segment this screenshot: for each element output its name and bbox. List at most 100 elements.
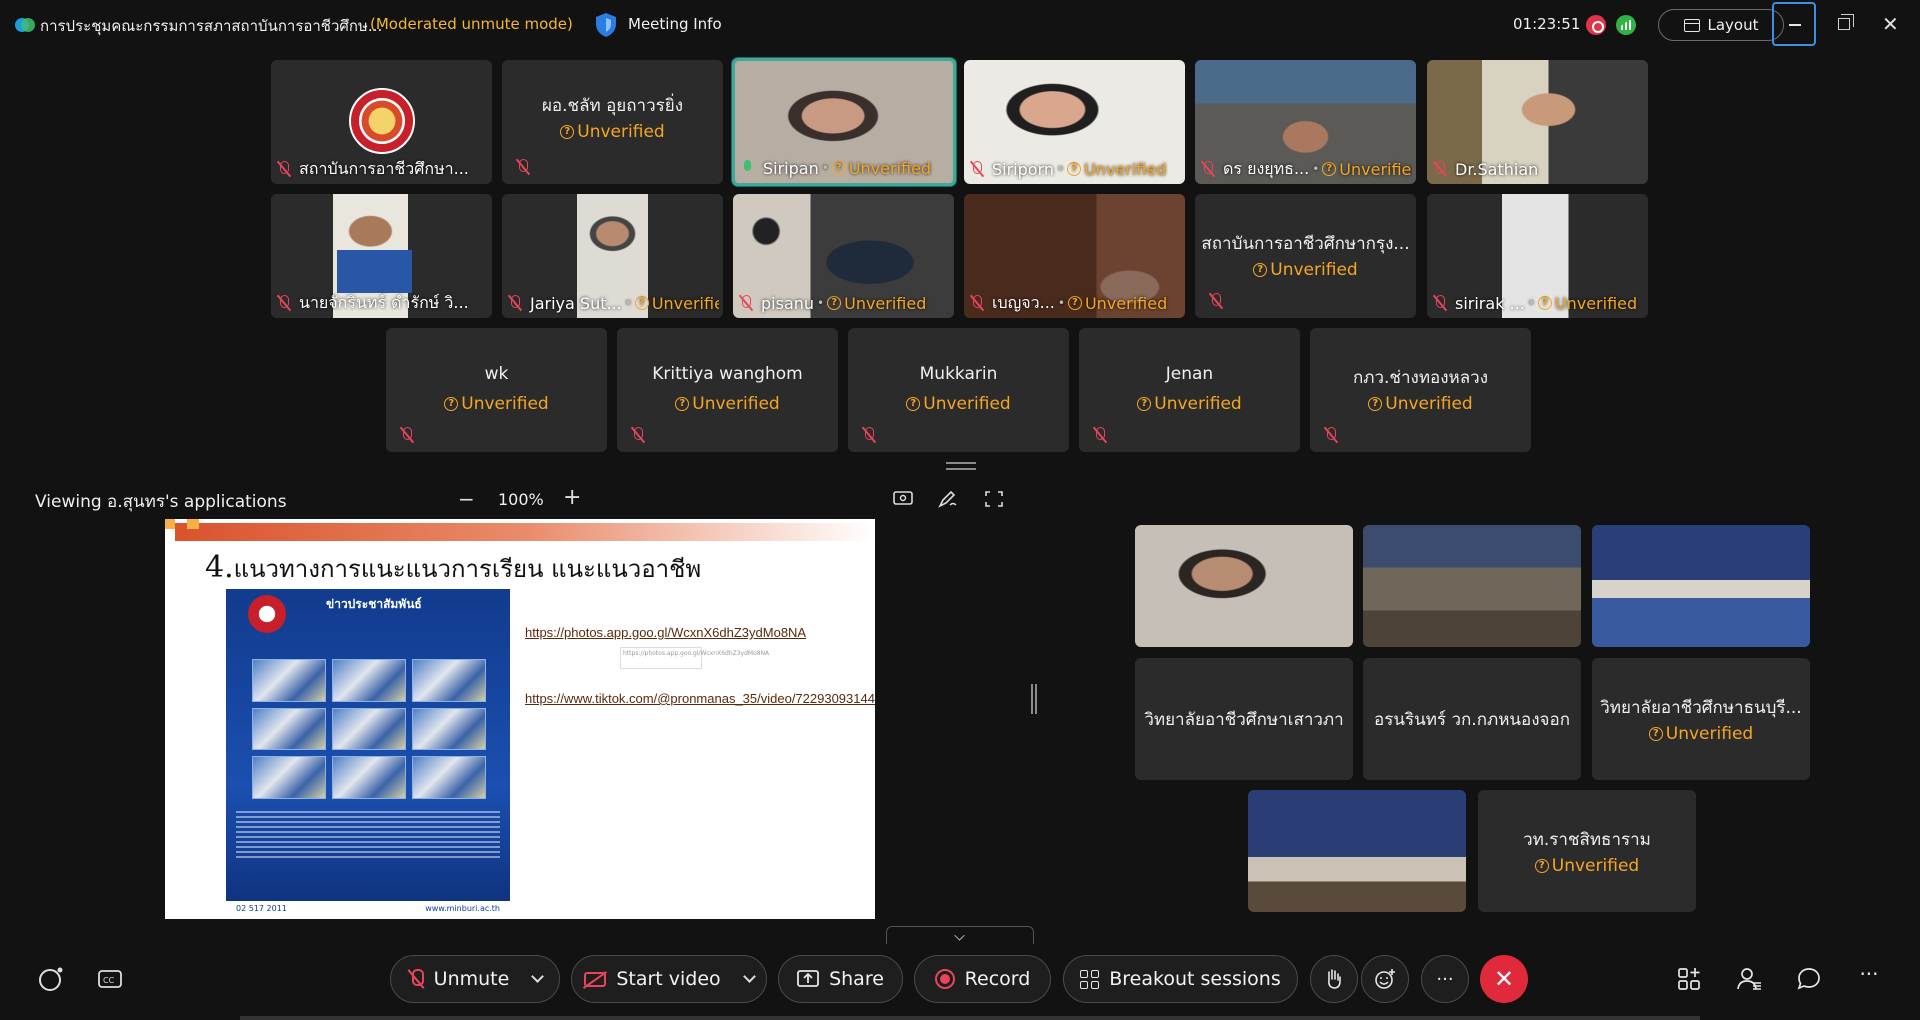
resize-grip-horizontal[interactable] <box>946 462 976 470</box>
participant-tile[interactable]: Siriporn •? Unverified <box>964 60 1185 184</box>
mic-muted-icon <box>1324 426 1338 444</box>
mic-muted-icon <box>1433 160 1447 178</box>
participant-tile[interactable]: กภว.ช่างทองหลวง ? Unverified <box>1310 328 1531 452</box>
mic-muted-icon <box>1433 294 1447 312</box>
reactions-button[interactable] <box>1361 955 1409 1003</box>
chevron-down-icon[interactable] <box>742 969 756 983</box>
participant-tile[interactable] <box>1363 525 1581 647</box>
participant-name: Jariya Sut... <box>530 293 622 313</box>
webex-logo-icon <box>15 18 35 32</box>
participant-tile[interactable] <box>1592 525 1810 647</box>
chat-icon[interactable] <box>1796 966 1822 992</box>
leave-meeting-button[interactable]: ✕ <box>1480 955 1528 1003</box>
closed-captions-icon[interactable]: CC <box>97 966 123 992</box>
participant-tile[interactable]: Krittiya wanghom ? Unverified <box>617 328 838 452</box>
question-icon: ? <box>1137 397 1152 411</box>
unverified-badge: ?Unverified <box>617 394 838 414</box>
emoji-icon <box>1375 969 1395 989</box>
mic-muted-icon <box>862 426 876 444</box>
participant-tile[interactable]: วิทยาลัยอาชีวศึกษาเสาวภา <box>1135 658 1353 780</box>
participant-tile[interactable]: นายจักรินทร์ ดำรักษ์ วิ... <box>271 194 492 318</box>
participant-tile-active-speaker[interactable]: Siripan •? Unverified <box>732 58 956 186</box>
resize-grip-vertical[interactable] <box>1031 684 1037 714</box>
mic-muted-icon <box>277 160 291 178</box>
participant-tile[interactable] <box>1135 525 1353 647</box>
poster-photo-grid <box>252 659 486 799</box>
participant-tile[interactable] <box>1248 790 1466 912</box>
participant-tile[interactable]: Mukkarin ? Unverified <box>848 328 1069 452</box>
minimize-button[interactable] <box>1772 2 1816 46</box>
participant-tile[interactable]: ดร ยงยุทธ...•?Unverified <box>1195 60 1416 184</box>
question-icon: ? <box>444 397 459 411</box>
participant-video <box>1248 790 1466 912</box>
college-seal-icon <box>248 595 286 633</box>
restore-button[interactable] <box>1838 14 1854 30</box>
mic-muted-icon <box>970 160 984 178</box>
meeting-title: การประชุมคณะกรรมการสภาสถาบันการอาชีวศึกษ… <box>40 17 383 35</box>
start-video-button[interactable]: Start video <box>571 955 767 1003</box>
participant-tile[interactable]: สถาบันการอาชีวศึกษา... <box>271 60 492 184</box>
question-icon: ? <box>827 296 842 310</box>
layout-label: Layout <box>1707 16 1759 34</box>
collapse-panel-button[interactable] <box>886 926 1034 944</box>
question-icon: ? <box>1368 397 1383 411</box>
fullscreen-icon[interactable] <box>984 490 1004 508</box>
participant-tile[interactable]: sirirak ... •? Unverified <box>1427 194 1648 318</box>
unverified-badge: ?Unverified <box>1592 724 1810 744</box>
unverified-badge: ?Unverified <box>831 159 931 178</box>
participant-name: Jenan <box>1165 364 1214 384</box>
mic-muted-icon <box>739 294 753 312</box>
shared-content-slide[interactable]: 4.แนวทางการแนะแนวการเรียน แนะแนวอาชีพ ข่… <box>165 519 875 919</box>
shield-icon[interactable] <box>594 12 618 38</box>
overflow-menu-button[interactable]: ··· <box>1856 962 1882 988</box>
participant-name: สถาบันการอาชีวศึกษากรุง... <box>1201 234 1410 254</box>
participant-name: sirirak ... <box>1455 293 1525 313</box>
apps-icon[interactable] <box>1676 966 1702 992</box>
zoom-out-button[interactable]: − <box>458 487 475 511</box>
participant-tile[interactable]: วิทยาลัยอาชีวศึกษาธนบุรี... ? Unverified <box>1592 658 1810 780</box>
participant-tile[interactable]: wk ? Unverified <box>386 328 607 452</box>
mic-muted-icon <box>516 158 530 176</box>
question-icon: ? <box>1537 296 1552 310</box>
mic-muted-icon <box>1093 426 1107 444</box>
remote-control-icon[interactable] <box>893 490 913 508</box>
chevron-down-icon[interactable] <box>531 969 545 983</box>
participant-tile[interactable]: pisanu •? Unverified <box>733 194 954 318</box>
participant-tile[interactable]: วท.ราชสิทธาราม ? Unverified <box>1478 790 1696 912</box>
layout-button[interactable]: Layout <box>1658 9 1784 41</box>
participant-tile[interactable]: Jariya Sut...•?Unverified <box>502 194 723 318</box>
unmute-button[interactable]: Unmute <box>390 955 560 1003</box>
network-stats-icon[interactable] <box>1616 15 1636 35</box>
mic-muted-icon <box>1209 292 1223 310</box>
participants-icon[interactable] <box>1736 966 1762 992</box>
participant-name: สถาบันการอาชีวศึกษา... <box>299 158 469 178</box>
participant-name: Dr.Sathian <box>1455 159 1539 179</box>
meeting-info-button[interactable]: Meeting Info <box>628 15 722 33</box>
close-window-button[interactable]: ✕ <box>1882 12 1899 36</box>
participant-name: Siripan <box>763 158 819 178</box>
participant-tile[interactable]: อรนรินทร์ วก.กภหนองจอก <box>1363 658 1581 780</box>
breakout-sessions-button[interactable]: Breakout sessions <box>1063 955 1298 1003</box>
photos-link[interactable]: https://photos.app.goo.gl/WcxnX6dhZ3ydMo… <box>525 625 806 640</box>
participant-video <box>1363 525 1581 647</box>
unverified-badge: ?Unverified <box>1067 294 1167 313</box>
unverified-badge: ?Unverified <box>502 122 723 142</box>
svg-text:CC: CC <box>103 976 115 985</box>
zoom-in-button[interactable]: + <box>563 485 581 510</box>
participant-tile[interactable]: Jenan ? Unverified <box>1079 328 1300 452</box>
annotate-pen-icon[interactable] <box>938 490 958 508</box>
participant-tile[interactable]: Dr.Sathian <box>1427 60 1648 184</box>
participant-tile[interactable]: ผอ.ชลัท อุยถาวรยิ่ง ? Unverified <box>502 60 723 184</box>
recording-indicator-icon[interactable] <box>1586 15 1606 35</box>
record-button[interactable]: Record <box>914 955 1051 1003</box>
participant-name: Siriporn <box>992 159 1055 179</box>
participant-tile[interactable]: สถาบันการอาชีวศึกษากรุง... ? Unverified <box>1195 194 1416 318</box>
tiktok-link[interactable]: https://www.tiktok.com/@pronmanas_35/vid… <box>525 692 875 706</box>
status-circle-icon[interactable] <box>38 966 64 992</box>
raise-hand-button[interactable] <box>1310 955 1358 1003</box>
share-button[interactable]: Share <box>778 955 903 1003</box>
title-bar: การประชุมคณะกรรมการสภาสถาบันการอาชีวศึกษ… <box>0 0 1920 50</box>
more-options-button[interactable]: ··· <box>1421 955 1469 1003</box>
participant-tile[interactable]: เบญจว... •? Unverified <box>964 194 1185 318</box>
participant-name: นายจักรินทร์ ดำรักษ์ วิ... <box>299 292 469 312</box>
